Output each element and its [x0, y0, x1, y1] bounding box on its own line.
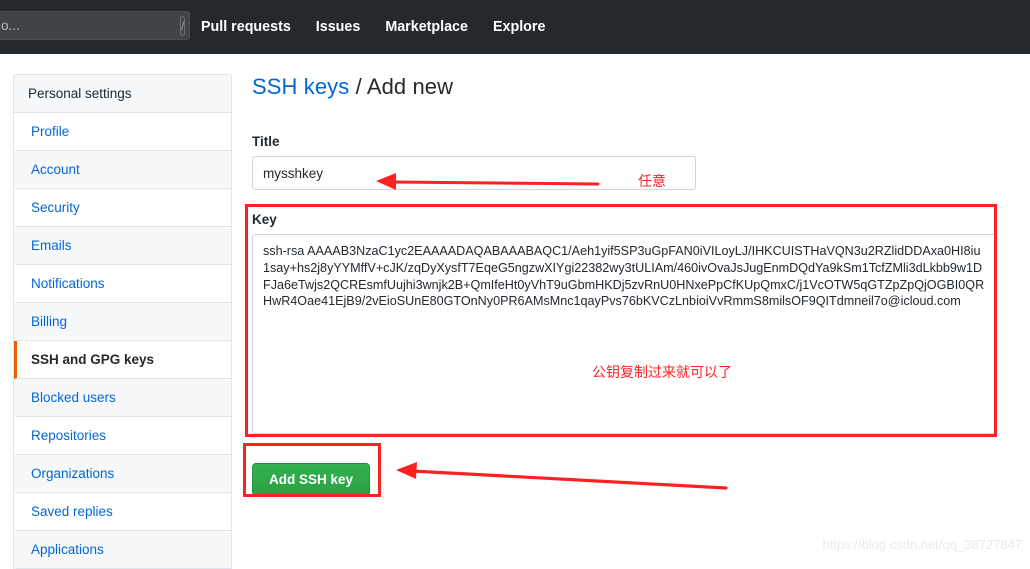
nav-link-explore[interactable]: Explore	[493, 19, 545, 35]
title-input[interactable]	[252, 156, 696, 190]
sidebar-item-applications[interactable]: Applications	[14, 531, 231, 569]
sidebar-item-emails[interactable]: Emails	[14, 227, 231, 265]
nav-link-marketplace[interactable]: Marketplace	[385, 19, 468, 35]
search-input[interactable]	[0, 17, 180, 34]
title-field-label: Title	[252, 134, 1012, 149]
sidebar-item-notifications[interactable]: Notifications	[14, 265, 231, 303]
main-content: SSH keys / Add new Title Key Add SSH key	[252, 74, 1012, 496]
key-textarea[interactable]	[252, 234, 997, 434]
sidebar-item-security[interactable]: Security	[14, 189, 231, 227]
key-field-label: Key	[252, 212, 997, 227]
add-ssh-key-button[interactable]: Add SSH key	[252, 463, 370, 496]
nav-link-pull-requests[interactable]: Pull requests	[201, 19, 291, 35]
watermark: https://blog.csdn.net/qq_38727847	[823, 537, 1023, 552]
page-title-suffix: / Add new	[349, 74, 453, 99]
global-search-box[interactable]: /	[0, 11, 190, 40]
page-title-ssh-keys-link[interactable]: SSH keys	[252, 74, 349, 99]
settings-sidebar: Personal settings Profile Account Securi…	[13, 74, 232, 569]
sidebar-item-saved-replies[interactable]: Saved replies	[14, 493, 231, 531]
primary-nav-links: Pull requests Issues Marketplace Explore	[201, 0, 570, 54]
sidebar-item-billing[interactable]: Billing	[14, 303, 231, 341]
sidebar-heading: Personal settings	[14, 75, 231, 113]
sidebar-item-ssh-and-gpg-keys[interactable]: SSH and GPG keys	[14, 341, 231, 379]
nav-link-issues[interactable]: Issues	[316, 19, 361, 35]
top-navigation-bar: / Pull requests Issues Marketplace Explo…	[0, 0, 1030, 54]
sidebar-item-organizations[interactable]: Organizations	[14, 455, 231, 493]
slash-shortcut-badge: /	[180, 16, 185, 36]
sidebar-item-repositories[interactable]: Repositories	[14, 417, 231, 455]
sidebar-item-profile[interactable]: Profile	[14, 113, 231, 151]
sidebar-item-account[interactable]: Account	[14, 151, 231, 189]
page-title: SSH keys / Add new	[252, 74, 1012, 100]
sidebar-item-blocked-users[interactable]: Blocked users	[14, 379, 231, 417]
